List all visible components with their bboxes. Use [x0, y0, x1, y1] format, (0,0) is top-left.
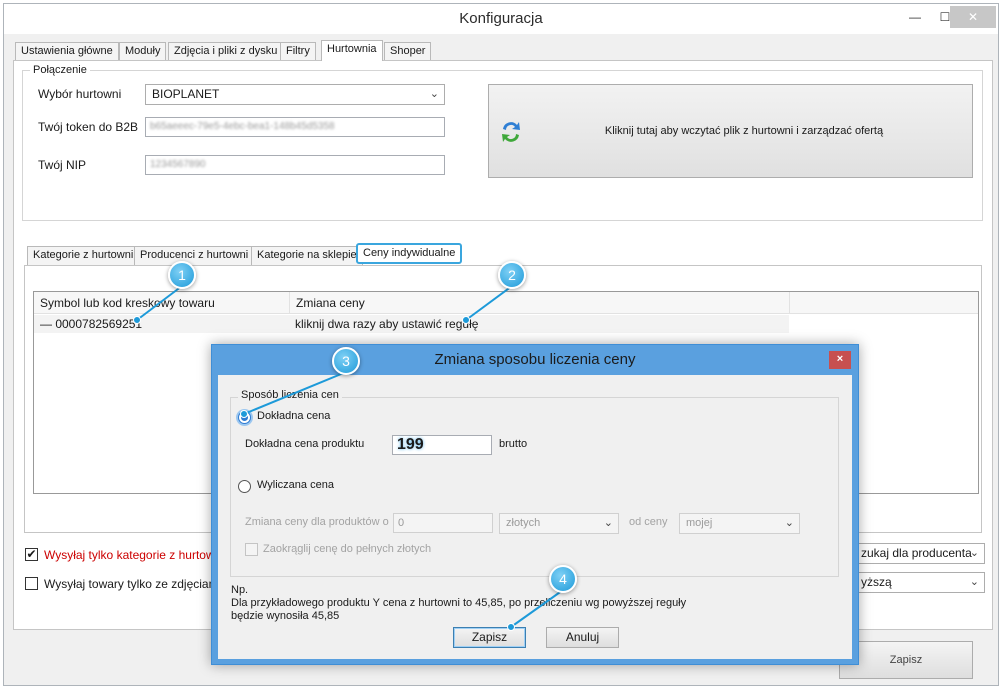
- callout-leader-lines: [136, 285, 564, 628]
- callout-2-leader: [465, 285, 513, 321]
- callout-1-anchor: [133, 316, 141, 324]
- callout-4-leader: [510, 589, 564, 628]
- callout-4-anchor: [507, 623, 515, 631]
- callout-1: 1: [168, 261, 196, 289]
- callout-4: 4: [549, 565, 577, 593]
- callout-1-leader: [136, 285, 183, 321]
- callout-3-anchor: [240, 410, 248, 418]
- callout-2-anchor: [462, 316, 470, 324]
- callout-2: 2: [498, 261, 526, 289]
- callout-3-leader: [243, 371, 347, 415]
- callout-3: 3: [332, 347, 360, 375]
